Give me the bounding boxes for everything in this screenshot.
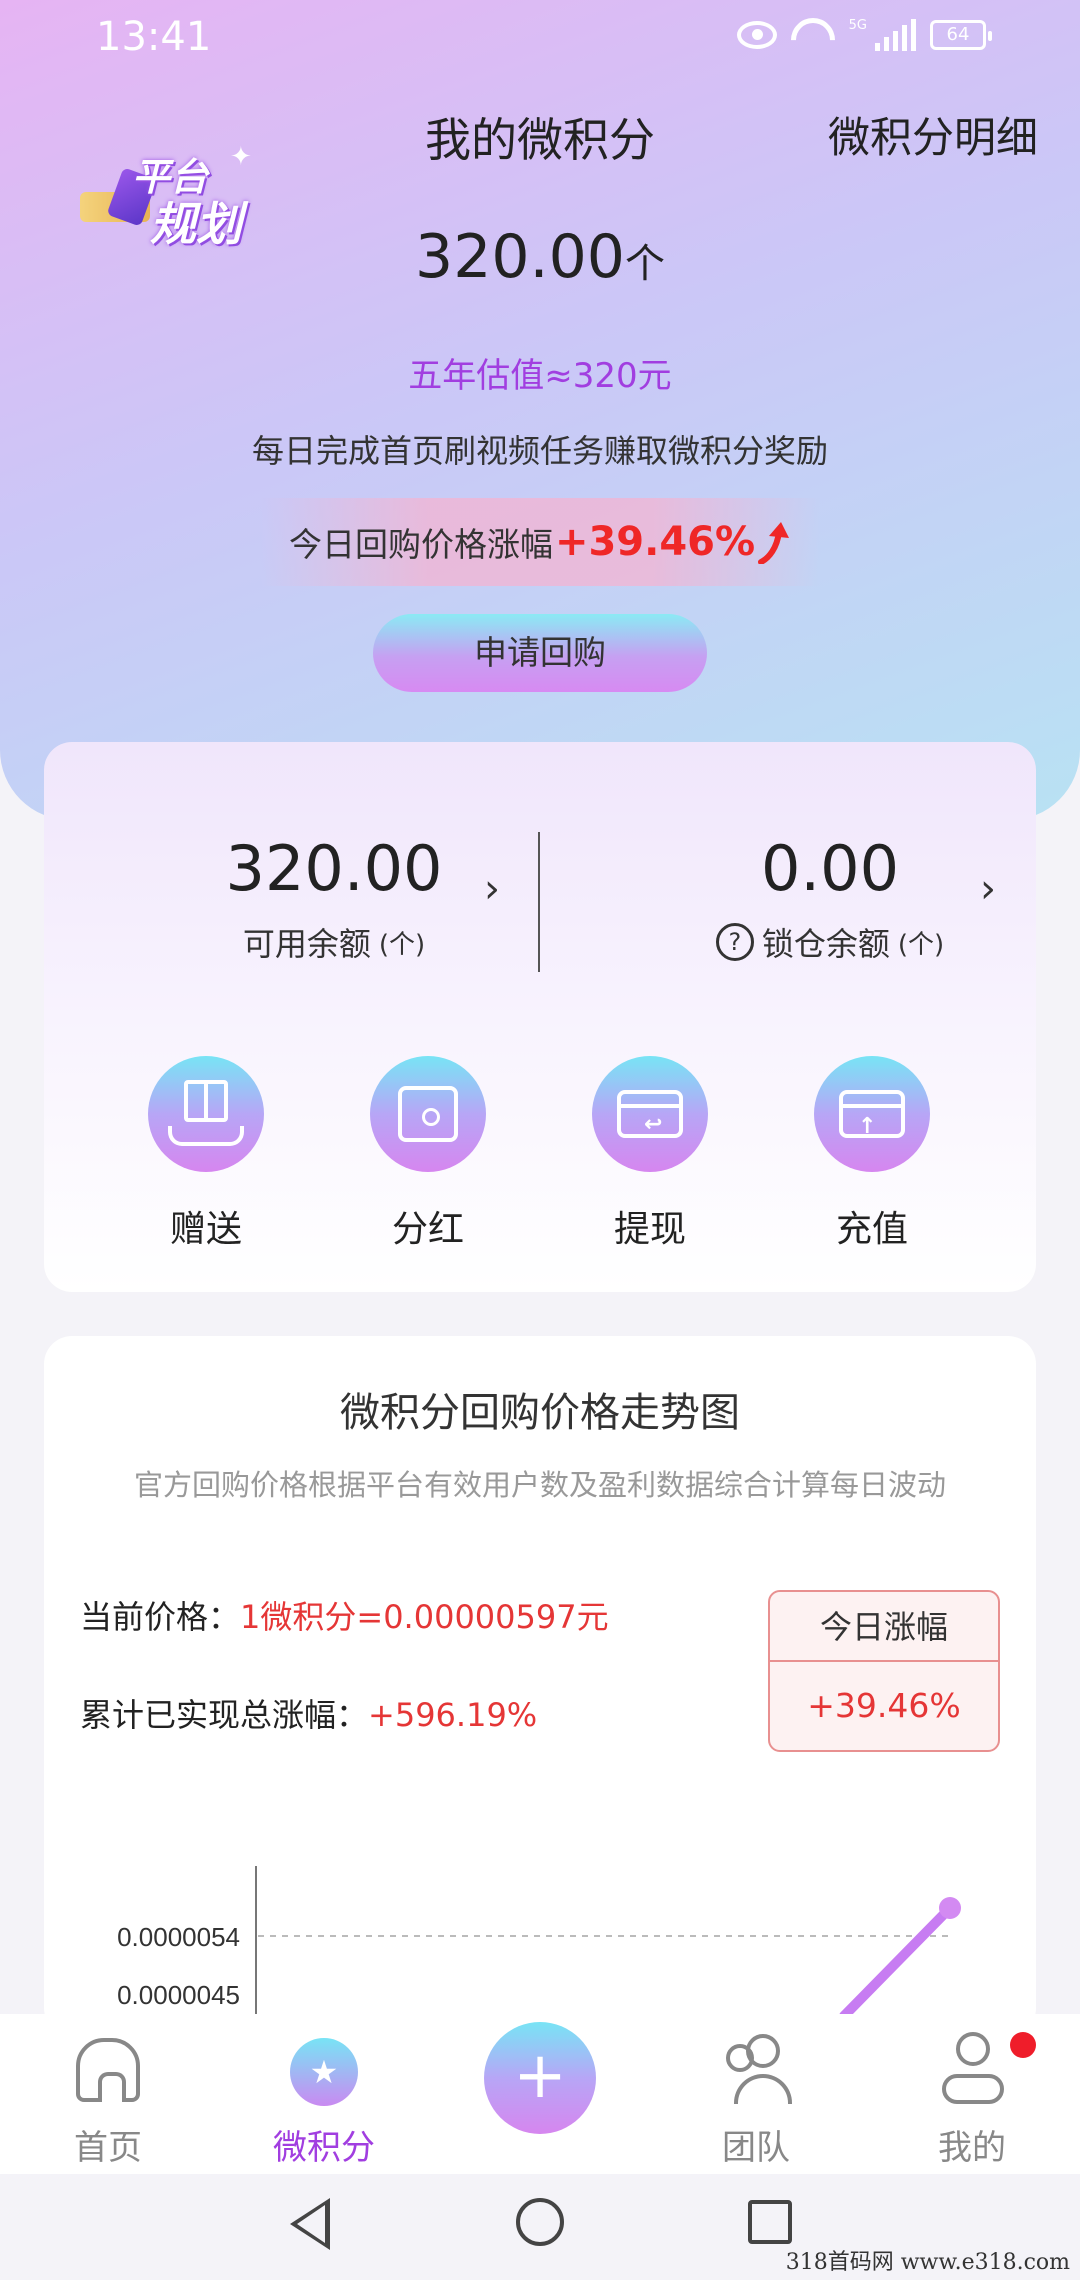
- team-icon: [716, 2032, 796, 2112]
- balance-card: 320.00 可用余额 (个) › 0.00 ? 锁仓余额 (个) › 赠送 分红 …: [44, 742, 1036, 1292]
- action-deposit[interactable]: ↑ 充值: [782, 1056, 962, 1252]
- status-bar: 13:41 5G 64: [0, 0, 1080, 80]
- status-time: 13:41: [96, 14, 212, 60]
- network-type: 5G: [848, 17, 867, 33]
- balance-divider: [538, 832, 540, 972]
- battery-icon: 64: [930, 20, 992, 50]
- locked-balance[interactable]: 0.00 ? 锁仓余额 (个): [630, 832, 1030, 965]
- chart-series-line: [839, 1903, 955, 2021]
- chart-data-point[interactable]: [939, 1897, 961, 1919]
- action-gift-label: 赠送: [169, 1209, 242, 1250]
- today-rise-box-value: +39.46%: [807, 1686, 961, 1725]
- tab-team[interactable]: 团队: [666, 2032, 846, 2169]
- hero-balance: 320.00个: [0, 222, 1080, 292]
- chart-y-tick-label: 0.0000054: [117, 1922, 240, 1952]
- chart-y-tick-label: 0.0000045: [117, 1980, 240, 2010]
- gift-hand-icon: [148, 1056, 264, 1172]
- action-withdraw-label: 提现: [613, 1209, 686, 1250]
- signal-icon: [875, 19, 916, 51]
- current-price-row: 当前价格：1微积分=0.00000597元: [80, 1592, 609, 1638]
- watermark: 318首码网 www.e318.com: [785, 2250, 1070, 2275]
- box-icon: [370, 1056, 486, 1172]
- chevron-right-icon[interactable]: ›: [484, 866, 500, 912]
- chevron-right-icon[interactable]: ›: [980, 866, 996, 912]
- hero-balance-unit: 个: [624, 241, 665, 287]
- help-icon[interactable]: ?: [715, 923, 754, 961]
- points-detail-link[interactable]: 微积分明细: [828, 104, 1038, 165]
- action-gift[interactable]: 赠送: [116, 1056, 296, 1252]
- star-circle-icon: ★: [284, 2032, 364, 2112]
- apply-buyback-button[interactable]: 申请回购: [373, 614, 707, 692]
- tab-home[interactable]: 首页: [18, 2032, 198, 2169]
- tab-points[interactable]: ★ 微积分: [234, 2032, 414, 2169]
- hero-balance-value: 320.00: [415, 222, 625, 292]
- total-rise-label: 累计已实现总涨幅：: [80, 1696, 369, 1734]
- recent-apps-icon[interactable]: [748, 2200, 792, 2244]
- available-balance-label: 可用余额: [242, 925, 371, 963]
- today-rise-banner: 今日回购价格涨幅 +39.46%: [260, 498, 820, 586]
- current-price-value: 1微积分=0.00000597元: [240, 1598, 609, 1636]
- task-tip: 每日完成首页刷视频任务赚取微积分奖励: [251, 432, 828, 470]
- available-balance[interactable]: 320.00 可用余额 (个): [134, 832, 534, 965]
- today-rise-value: +39.46%: [554, 519, 756, 565]
- available-balance-value: 320.00: [225, 832, 443, 905]
- system-nav-bar: 318首码网 www.e318.com: [0, 2174, 1080, 2280]
- price-trend-chart: 0.0000054 0.0000045: [117, 1866, 961, 2036]
- action-dividend-label: 分红: [391, 1209, 464, 1250]
- eye-icon: [736, 21, 777, 49]
- action-withdraw[interactable]: ↩ 提现: [560, 1056, 740, 1252]
- trend-title: 微积分回购价格走势图: [340, 1390, 740, 1436]
- status-icons: 5G 64: [736, 8, 992, 72]
- person-icon: [932, 2032, 1012, 2112]
- wifi-icon: [781, 8, 844, 72]
- bottom-tab-bar: 首页 ★ 微积分 + 团队 我的: [0, 2014, 1080, 2174]
- plus-icon[interactable]: +: [484, 2022, 596, 2134]
- today-rise-box: 今日涨幅 +39.46%: [768, 1590, 1000, 1752]
- five-year-estimate: 五年估值≈320元: [408, 356, 672, 396]
- action-deposit-label: 充值: [835, 1209, 908, 1250]
- card-withdraw-icon: ↩: [592, 1056, 708, 1172]
- home-icon: [68, 2032, 148, 2112]
- trend-subtitle: 官方回购价格根据平台有效用户数及盈利数据综合计算每日波动: [133, 1468, 946, 1502]
- current-price-label: 当前价格：: [80, 1598, 241, 1636]
- total-rise-row: 累计已实现总涨幅：+596.19%: [80, 1690, 537, 1736]
- today-rise-label: 今日回购价格涨幅: [288, 525, 553, 564]
- tab-home-label: 首页: [74, 2128, 142, 2168]
- price-trend-card: 微积分回购价格走势图 官方回购价格根据平台有效用户数及盈利数据综合计算每日波动 …: [44, 1336, 1036, 2036]
- today-rise-box-label: 今日涨幅: [770, 1592, 998, 1662]
- tab-team-label: 团队: [722, 2128, 790, 2168]
- tab-points-label: 微积分: [273, 2128, 375, 2168]
- notification-dot: [1010, 2032, 1036, 2058]
- card-deposit-icon: ↑: [814, 1056, 930, 1172]
- rise-arrow-icon: [758, 522, 790, 564]
- back-icon[interactable]: [290, 2198, 330, 2250]
- action-dividend[interactable]: 分红: [338, 1056, 518, 1252]
- total-rise-value: +596.19%: [368, 1696, 538, 1734]
- locked-balance-value: 0.00: [760, 832, 900, 905]
- tab-me[interactable]: 我的: [882, 2032, 1062, 2169]
- locked-balance-label: 锁仓余额: [761, 925, 890, 963]
- tab-me-label: 我的: [938, 2128, 1006, 2168]
- home-circle-icon[interactable]: [516, 2198, 564, 2246]
